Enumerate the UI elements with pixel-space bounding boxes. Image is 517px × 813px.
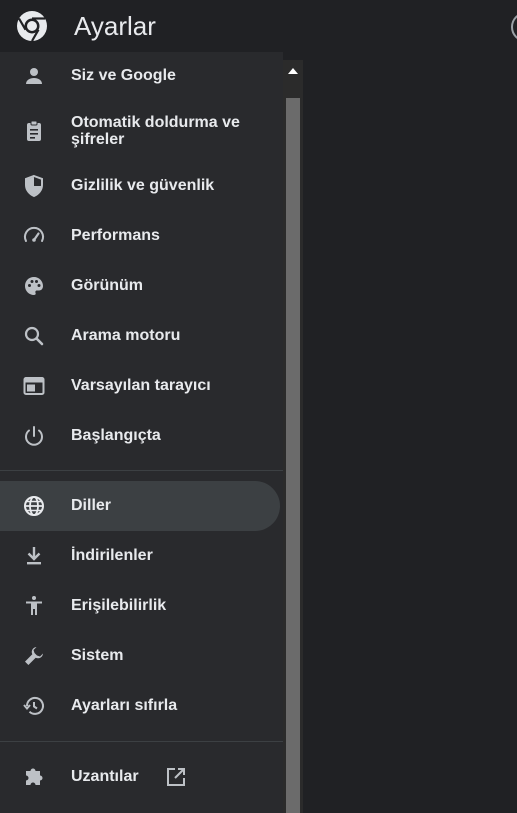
- sidebar-item-label: Varsayılan tarayıcı: [71, 377, 211, 394]
- history-icon: [22, 694, 46, 718]
- palette-icon: [22, 274, 46, 298]
- profile-avatar-icon[interactable]: [511, 12, 517, 42]
- person-icon: [22, 64, 46, 88]
- wrench-icon: [22, 644, 46, 668]
- sidebar-item-label: Arama motoru: [71, 327, 181, 344]
- sidebar-item-label: Gizlilik ve güvenlik: [71, 177, 215, 194]
- sidebar-item-siz-ve-google[interactable]: Siz ve Google: [0, 51, 280, 101]
- sidebar-item-label: Performans: [71, 227, 160, 244]
- sidebar-item-ayarlari-sifirla[interactable]: Ayarları sıfırla: [0, 681, 280, 731]
- sidebar-item-arama-motoru[interactable]: Arama motoru: [0, 311, 280, 361]
- sidebar-item-label: İndirilenler: [71, 547, 153, 564]
- sidebar: Siz ve Google Otomatik doldurma ve şifre…: [0, 52, 283, 813]
- globe-icon: [22, 494, 46, 518]
- accessibility-icon: [22, 594, 46, 618]
- sidebar-item-gizlilik[interactable]: Gizlilik ve güvenlik: [0, 161, 280, 211]
- browser-window-icon: [22, 374, 46, 398]
- sidebar-item-label: Diller: [71, 497, 112, 514]
- power-icon: [22, 424, 46, 448]
- sidebar-divider: [0, 741, 283, 742]
- main-content: [303, 56, 517, 813]
- sidebar-item-indirilenler[interactable]: İndirilenler: [0, 531, 280, 581]
- sidebar-item-label: Siz ve Google: [71, 67, 176, 84]
- page-title: Ayarlar: [74, 11, 156, 41]
- sidebar-item-label: Uzantılar: [71, 768, 139, 785]
- open-in-new-icon: [164, 765, 188, 789]
- sidebar-item-label: Erişilebilirlik: [71, 597, 167, 614]
- sidebar-item-label: Sistem: [71, 647, 124, 664]
- header: Ayarlar: [0, 0, 517, 56]
- sidebar-item-label: Otomatik doldurma ve şifreler: [71, 114, 240, 148]
- puzzle-icon: [22, 765, 46, 789]
- download-icon: [22, 544, 46, 568]
- sidebar-item-varsayilan-tarayici[interactable]: Varsayılan tarayıcı: [0, 361, 280, 411]
- sidebar-item-diller[interactable]: Diller: [0, 481, 280, 531]
- chrome-logo-icon: [16, 10, 48, 42]
- speedometer-icon: [22, 224, 46, 248]
- scrollbar-thumb[interactable]: [286, 98, 300, 813]
- sidebar-item-erisilebilirlik[interactable]: Erişilebilirlik: [0, 581, 280, 631]
- sidebar-item-otomatik-doldurma[interactable]: Otomatik doldurma ve şifreler: [0, 106, 280, 156]
- sidebar-item-uzantilar[interactable]: Uzantılar: [0, 752, 280, 802]
- sidebar-item-sistem[interactable]: Sistem: [0, 631, 280, 681]
- scroll-up-arrow-icon[interactable]: [283, 60, 303, 82]
- search-icon: [22, 324, 46, 348]
- shield-icon: [22, 174, 46, 198]
- sidebar-item-performans[interactable]: Performans: [0, 211, 280, 261]
- sidebar-item-gorunum[interactable]: Görünüm: [0, 261, 280, 311]
- sidebar-item-label: Başlangıçta: [71, 427, 161, 444]
- sidebar-scrollbar[interactable]: [283, 60, 303, 813]
- sidebar-divider: [0, 470, 283, 471]
- sidebar-item-label: Ayarları sıfırla: [71, 697, 178, 714]
- sidebar-item-baslangicta[interactable]: Başlangıçta: [0, 411, 280, 461]
- sidebar-item-label: Görünüm: [71, 277, 143, 294]
- clipboard-icon: [22, 119, 46, 143]
